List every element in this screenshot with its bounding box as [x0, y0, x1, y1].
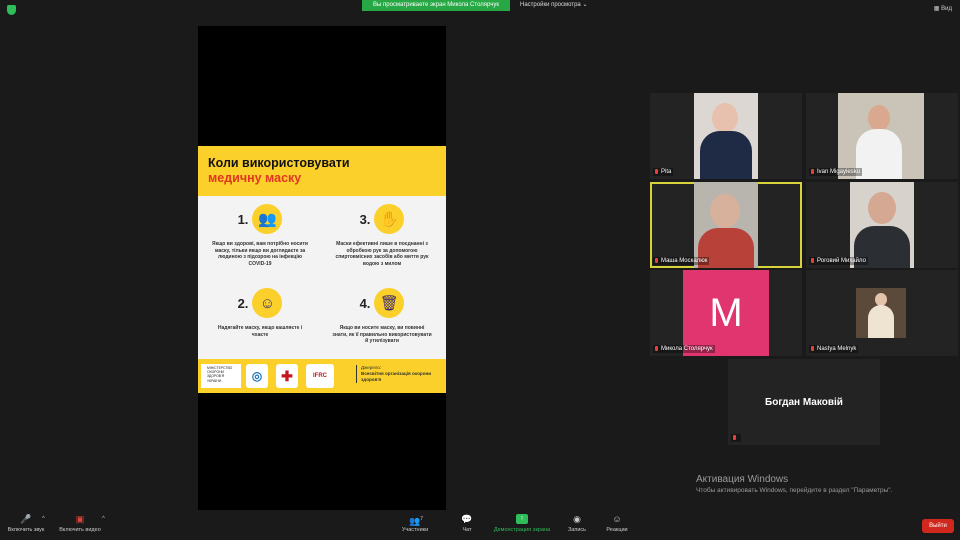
record-label: Запись [567, 527, 587, 533]
participant-name: Маша Москалюк [661, 258, 708, 264]
watermark-subtitle: Чтобы активировать Windows, перейдите в … [696, 487, 893, 494]
participant-tile[interactable]: Роговий Михайло [806, 182, 958, 268]
ministry-logo: МІНІСТЕРСТВО ОХОРОНИ ЗДОРОВ'Я УКРАЇНИ [201, 364, 241, 388]
tip-text: Маски ефективні лише в поєднанні з оброб… [335, 241, 429, 267]
chat-icon: 💬 [461, 514, 473, 524]
windows-activation-watermark: Активация Windows Чтобы активировать Win… [696, 474, 892, 494]
participant-avatar: M [683, 270, 769, 356]
participant-name: Nastya Melnyk [817, 346, 857, 352]
chat-label: Чат [462, 527, 472, 533]
participant-tile[interactable]: Ivan Migaylesku [806, 93, 958, 179]
tip-number: 2. [237, 295, 249, 311]
participant-name: Ivan Migaylesku [817, 169, 861, 175]
share-screen-icon: ↑ [516, 514, 528, 524]
participant-tile-active-speaker[interactable]: Маша Москалюк [650, 182, 802, 268]
zoom-meeting-window: Вы просматриваете экран Микола Столярчук… [0, 0, 960, 540]
poster-header: Коли використовувати медичну маску [198, 146, 446, 196]
reactions-icon: ☺ [612, 514, 622, 524]
tip-4: 4. 🗑 Якщо ви носите маску, ви повинні зна… [326, 284, 438, 345]
hand-washing-icon: ✋ [374, 204, 405, 234]
leave-button[interactable]: Выйти [922, 519, 954, 533]
tip-3: 3. ✋ Маски ефективні лише в поєднанні з о… [326, 200, 438, 267]
ifrc-logo: IFRC [306, 364, 334, 388]
mic-muted-icon [811, 169, 814, 174]
view-options-label: Настройки просмотра [520, 2, 581, 8]
grid-icon: ▦ [933, 6, 940, 12]
reactions-label: Реакции [606, 527, 628, 533]
poster-footer: МІНІСТЕРСТВО ОХОРОНИ ЗДОРОВ'Я УКРАЇНИ ◎ … [198, 359, 446, 393]
audio-options-caret[interactable]: ^ [42, 516, 45, 522]
tip-2: 2. ☺ Надягайте маску, якщо кашляєте і чха… [204, 284, 316, 338]
meeting-toolbar: 🎤 Включить звук ^ ▣ Включить видео ^ 👥7 … [0, 510, 960, 540]
chevron-down-icon: ⌄ [582, 2, 588, 8]
participant-video [838, 93, 924, 179]
view-options-dropdown[interactable]: Настройки просмотра ⌄ [520, 0, 587, 11]
participant-tile[interactable]: M Микола Столярчук [650, 270, 802, 356]
participant-video [694, 182, 758, 268]
participants-count: 7 [420, 516, 423, 522]
participants-button[interactable]: 👥7 Участники [398, 514, 432, 533]
red-cross-logo: ✚ [276, 364, 298, 388]
security-shield-icon[interactable] [7, 5, 16, 15]
mic-muted-icon [655, 346, 658, 351]
tip-number: 4. [359, 295, 371, 311]
view-mode-button[interactable]: ▦ Вид [934, 5, 952, 12]
two-people-masks-icon: 👥 [252, 204, 283, 234]
tip-number: 3. [359, 211, 371, 227]
start-video-button[interactable]: ▣ Включить видео [56, 514, 104, 533]
unmute-label: Включить звук [7, 527, 45, 533]
poster-source: Джерело: Всесвітня організація охорони з… [356, 365, 442, 383]
source-text: Всесвітня організація охорони здоров'я [361, 371, 432, 382]
video-off-icon: ▣ [75, 514, 85, 524]
view-mode-label: Вид [941, 6, 952, 12]
participant-video [694, 93, 758, 179]
share-screen-label: Демонстрация экрана [493, 527, 551, 533]
ifrc-label: IFRC [313, 372, 327, 379]
record-button[interactable]: ◉ Запись [564, 514, 590, 533]
participants-label: Участники [401, 527, 429, 533]
tip-number: 1. [237, 211, 249, 227]
unicef-logo: ◎ [246, 364, 268, 388]
share-screen-button[interactable]: ↑ Демонстрация экрана [490, 514, 554, 533]
mic-muted-icon [811, 258, 814, 263]
participant-display-name: Богдан Маковій [765, 396, 843, 408]
start-video-label: Включить видео [59, 527, 101, 533]
participant-name: Роговий Михайло [817, 258, 866, 264]
participant-video [850, 182, 914, 268]
record-icon: ◉ [573, 514, 581, 524]
mic-muted-icon [655, 169, 658, 174]
poster-tips: 1. 👥 Якщо ви здорові, вам потрібно носити… [198, 196, 446, 360]
tip-text: Якщо ви носите маску, ви повинні знати, … [332, 325, 432, 344]
participant-tile[interactable]: Nastya Melnyk [806, 270, 958, 356]
trash-bin-icon: 🗑 [374, 288, 405, 318]
mic-muted-icon [655, 258, 658, 263]
mic-muted-icon [733, 435, 736, 440]
poster-title: Коли використовувати [208, 156, 350, 170]
watermark-title: Активация Windows [696, 474, 789, 485]
chat-button[interactable]: 💬 Чат [455, 514, 479, 533]
participants-icon: 👥7 [409, 516, 423, 526]
mic-muted-icon: 🎤 [20, 514, 32, 524]
screen-share-banner: Вы просматриваете экран Микола Столярчук [362, 0, 510, 11]
participant-tile[interactable]: Рita [650, 93, 802, 179]
covid-mask-poster: Коли використовувати медичну маску 1. 👥 Я… [198, 146, 446, 393]
participant-tile[interactable]: Богдан Маковій [728, 359, 880, 445]
participant-name: Рita [661, 169, 672, 175]
person-mask-icon: ☺ [252, 288, 283, 318]
participant-video [856, 288, 906, 338]
video-options-caret[interactable]: ^ [102, 516, 105, 522]
poster-subtitle: медичну маску [208, 171, 302, 185]
shared-screen: Коли використовувати медичну маску 1. 👥 Я… [198, 26, 446, 514]
tip-1: 1. 👥 Якщо ви здорові, вам потрібно носити… [204, 200, 316, 267]
participant-name: Микола Столярчук [661, 346, 713, 352]
reactions-button[interactable]: ☺ Реакции [602, 514, 632, 533]
tip-text: Надягайте маску, якщо кашляєте і чхаєте [217, 325, 303, 338]
tip-text: Якщо ви здорові, вам потрібно носити мас… [212, 241, 308, 267]
mic-muted-icon [811, 346, 814, 351]
